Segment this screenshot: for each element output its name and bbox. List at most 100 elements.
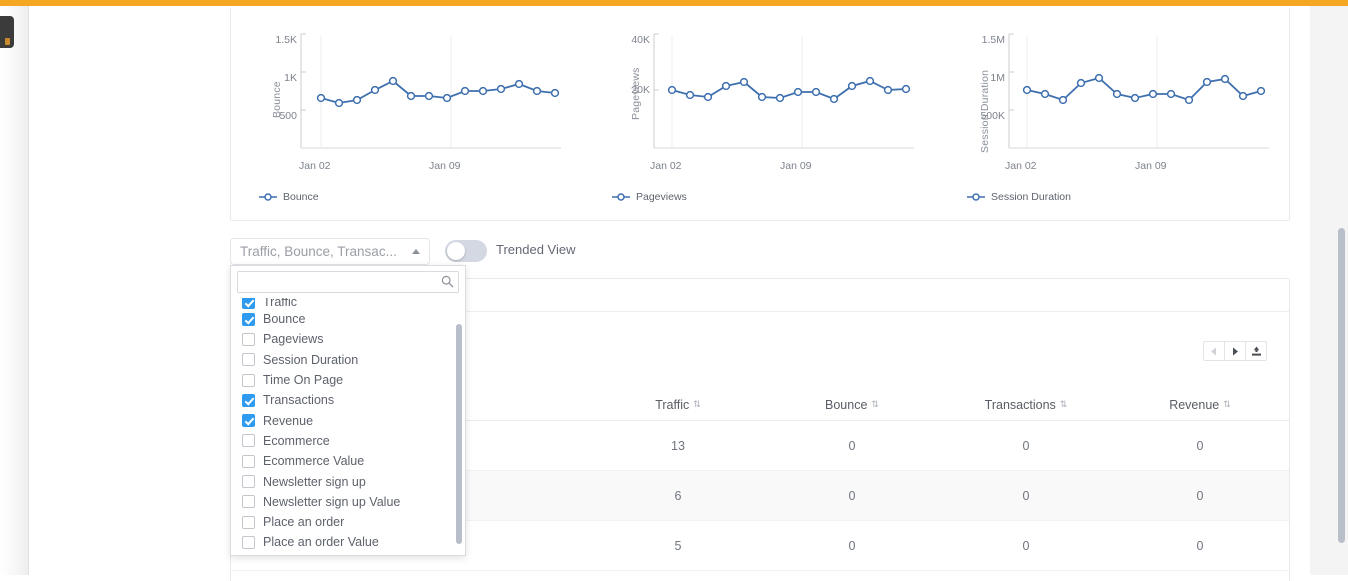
checkbox-icon[interactable]: [242, 353, 255, 367]
row-revenue: 0: [1196, 438, 1204, 453]
dropdown-search-input[interactable]: [237, 271, 459, 293]
sidebar-handle-notch: [5, 38, 10, 45]
dropdown-option-ecommerce-value[interactable]: Ecommerce Value: [231, 451, 465, 471]
dropdown-option-revenue[interactable]: Revenue: [231, 410, 465, 430]
export-download-button[interactable]: [1245, 341, 1267, 361]
dropdown-option-place-an-order-value[interactable]: Place an order Value: [231, 532, 465, 552]
metric-dropdown-panel: Traffic Bounce Pageviews Session Duratio…: [230, 265, 466, 556]
row-transactions: 0: [1022, 488, 1030, 503]
trended-view-label: Trended View: [496, 242, 576, 257]
chart-session-duration-legend-label: Session Duration: [991, 191, 1071, 203]
dropdown-option-bounce[interactable]: Bounce: [231, 309, 465, 329]
dropdown-option-label: Bounce: [263, 312, 306, 327]
chart-bounce-xtick-jan09: Jan 09: [429, 160, 461, 172]
col-header-transactions-label: Transactions: [984, 397, 1056, 412]
dropdown-option-label: Transactions: [263, 393, 335, 408]
chart-session-duration-plot: [1008, 33, 1269, 149]
col-header-transactions[interactable]: Transactions ⇅: [939, 398, 1113, 412]
dropdown-option-time-on-page[interactable]: Time On Page: [231, 370, 465, 390]
legend-line-marker-icon: [259, 193, 277, 201]
sort-arrows-icon: ⇅: [1059, 399, 1068, 409]
row-revenue: 0: [1196, 538, 1204, 553]
checkbox-icon[interactable]: [242, 495, 255, 509]
chart-session-duration-legend: Session Duration: [967, 191, 1071, 203]
chart-pageviews-legend-label: Pageviews: [636, 191, 687, 203]
trended-view-toggle[interactable]: [445, 240, 487, 262]
row-bounce: 0: [848, 438, 856, 453]
checkbox-icon[interactable]: [242, 434, 255, 448]
chart-session-duration: Session Duration 1.5M 1M 500K Jan 02 Jan…: [957, 8, 1310, 219]
sidebar-collapse-handle[interactable]: [0, 16, 14, 48]
checkbox-icon[interactable]: [242, 515, 255, 529]
col-header-bounce-label: Bounce: [825, 397, 868, 412]
dropdown-option-session-duration[interactable]: Session Duration: [231, 350, 465, 370]
dropdown-option-label: Revenue: [263, 413, 314, 428]
checkbox-icon[interactable]: [242, 414, 255, 428]
checkbox-icon[interactable]: [242, 373, 255, 387]
chart-pageviews-xtick-jan09: Jan 09: [780, 160, 812, 172]
toggle-knob: [447, 242, 465, 260]
dropdown-option-label: Session Duration: [263, 352, 359, 367]
chart-pageviews-legend: Pageviews: [612, 191, 687, 203]
dropdown-option-label: Place an order: [263, 515, 345, 530]
dropdown-search-wrap: [237, 271, 459, 293]
row-transactions: 0: [1022, 538, 1030, 553]
dropdown-option-newsletter-sign-up[interactable]: Newsletter sign up: [231, 471, 465, 491]
legend-line-marker-icon: [612, 193, 630, 201]
col-header-revenue[interactable]: Revenue ⇅: [1113, 398, 1287, 412]
dropdown-option-newsletter-sign-up-value[interactable]: Newsletter sign up Value: [231, 492, 465, 512]
dropdown-option-ecommerce[interactable]: Ecommerce: [231, 431, 465, 451]
row-bounce: 0: [848, 488, 856, 503]
checkbox-icon[interactable]: [242, 454, 255, 468]
chart-pageviews: Pageviews 40K 20K Jan 02 Jan 09 Pageview…: [602, 8, 955, 219]
col-header-revenue-label: Revenue: [1169, 397, 1220, 412]
chevron-right-icon: [1233, 347, 1238, 355]
chart-pageviews-plot: [653, 33, 914, 149]
checkbox-icon[interactable]: [242, 475, 255, 489]
dropdown-option-pageviews[interactable]: Pageviews: [231, 329, 465, 349]
chart-pageviews-xtick-jan02: Jan 02: [650, 160, 682, 172]
dropdown-option-label: Pageviews: [263, 332, 324, 347]
chart-bounce-plot: [300, 33, 561, 149]
chevron-left-icon: [1211, 347, 1216, 355]
chart-bounce: Bounce 1.5K 1K 500 Jan 02 Jan 09 Bounce: [231, 8, 584, 219]
dropdown-option-label: Newsletter sign up: [263, 474, 366, 489]
page-canvas: Bounce 1.5K 1K 500 Jan 02 Jan 09 Bounce …: [29, 6, 1310, 581]
download-icon: [1251, 346, 1261, 356]
chevron-up-icon: [412, 249, 420, 254]
dropdown-option-label: Newsletter sign up Value: [263, 494, 401, 509]
checkbox-icon[interactable]: [242, 393, 255, 407]
col-header-bounce[interactable]: Bounce ⇅: [765, 398, 939, 412]
row-revenue: 0: [1196, 488, 1204, 503]
left-rail: [0, 6, 28, 575]
checkbox-icon[interactable]: [242, 535, 255, 549]
dropdown-option-label: Ecommerce: [263, 433, 330, 448]
sort-arrows-icon: ⇅: [693, 399, 701, 409]
metric-select[interactable]: Traffic, Bounce, Transac...: [230, 238, 430, 265]
chart-session-xtick-jan09: Jan 09: [1135, 160, 1167, 172]
checkbox-icon[interactable]: [242, 312, 255, 326]
dropdown-option-label: Ecommerce Value: [263, 454, 365, 469]
dropdown-option-label: Time On Page: [263, 373, 344, 388]
next-page-button[interactable]: [1224, 341, 1246, 361]
row-traffic: 13: [671, 438, 685, 453]
legend-line-marker-icon: [967, 193, 985, 201]
checkbox-icon[interactable]: [242, 298, 255, 309]
page-scrollbar-thumb[interactable]: [1338, 228, 1345, 543]
sort-arrows-icon: ⇅: [871, 399, 879, 409]
chart-session-xtick-jan02: Jan 02: [1005, 160, 1037, 172]
table-toolbar: [1203, 341, 1267, 361]
dropdown-option-transactions[interactable]: Transactions: [231, 390, 465, 410]
prev-page-button[interactable]: [1203, 341, 1225, 361]
dropdown-option-place-an-order[interactable]: Place an order: [231, 512, 465, 532]
sort-arrows-icon: ⇅: [1223, 399, 1231, 409]
dropdown-option-label: Place an order Value: [263, 535, 379, 550]
dropdown-scrollbar-thumb[interactable]: [456, 324, 462, 544]
dropdown-option-traffic[interactable]: Traffic: [231, 298, 465, 309]
row-traffic: 6: [674, 488, 682, 503]
checkbox-icon[interactable]: [242, 332, 255, 346]
row-bounce: 0: [848, 538, 856, 553]
dropdown-options-list[interactable]: Traffic Bounce Pageviews Session Duratio…: [231, 298, 465, 555]
col-header-traffic[interactable]: Traffic ⇅: [591, 398, 765, 412]
row-transactions: 0: [1022, 438, 1030, 453]
